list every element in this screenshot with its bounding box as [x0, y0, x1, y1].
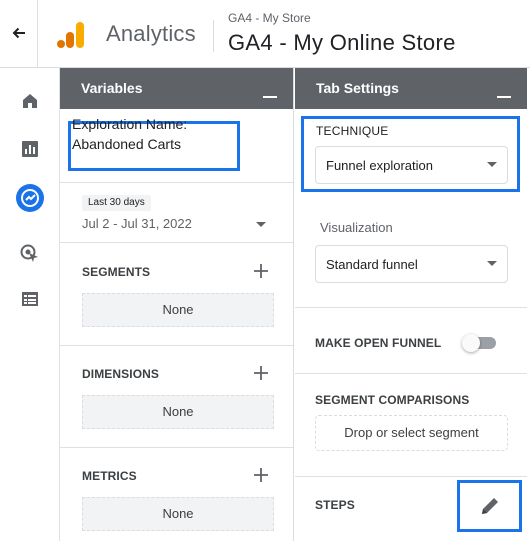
- open-funnel-toggle[interactable]: [462, 334, 498, 352]
- technique-select[interactable]: Funnel exploration: [315, 146, 508, 184]
- toggle-knob: [462, 334, 480, 352]
- variables-panel-header: Variables: [60, 68, 293, 109]
- caret-down-icon: [487, 261, 497, 266]
- header-divider: [213, 20, 214, 52]
- exploration-name-input[interactable]: Abandoned Carts: [72, 136, 181, 152]
- app-name: Analytics: [106, 21, 196, 46]
- open-funnel-label: MAKE OPEN FUNNEL: [315, 336, 442, 350]
- date-preset-badge: Last 30 days: [82, 195, 151, 211]
- segments-label: SEGMENTS: [82, 265, 151, 279]
- plus-icon: [254, 468, 268, 482]
- minimize-icon[interactable]: [263, 82, 277, 98]
- metrics-label: METRICS: [82, 469, 137, 483]
- nav-explore[interactable]: [14, 182, 46, 214]
- nav-configure[interactable]: [14, 283, 46, 315]
- segments-empty: None: [82, 293, 274, 327]
- dimensions-empty: None: [82, 395, 274, 429]
- analytics-logo[interactable]: [56, 20, 86, 50]
- header-divider: [37, 0, 38, 68]
- reports-icon: [22, 141, 38, 157]
- panel-title: Variables: [81, 80, 143, 96]
- account-breadcrumb[interactable]: GA4 - My Store: [228, 11, 311, 25]
- variables-panel: Variables Exploration Name: Abandoned Ca…: [60, 68, 294, 541]
- nav-advertising[interactable]: [14, 238, 46, 270]
- caret-down-icon[interactable]: [254, 217, 268, 231]
- arrow-back-icon: [12, 27, 25, 39]
- date-range-picker[interactable]: Jul 2 - Jul 31, 2022: [82, 216, 192, 231]
- divider: [60, 182, 293, 183]
- app-header: Analytics GA4 - My Store GA4 - My Online…: [0, 0, 530, 68]
- metrics-empty: None: [82, 497, 274, 531]
- add-dimension-button[interactable]: [250, 362, 272, 384]
- technique-label: TECHNIQUE: [316, 124, 389, 138]
- list-icon: [22, 292, 38, 306]
- divider: [295, 307, 527, 308]
- nav-home[interactable]: [14, 85, 46, 117]
- back-button[interactable]: [8, 22, 30, 44]
- nav-reports[interactable]: [14, 133, 46, 165]
- property-selector[interactable]: GA4 - My Online Store: [228, 30, 456, 56]
- visualization-select[interactable]: Standard funnel: [315, 245, 508, 283]
- variables-panel-body: Exploration Name: Abandoned Carts Last 3…: [60, 109, 293, 541]
- segment-drop-zone[interactable]: Drop or select segment: [315, 415, 508, 451]
- dimensions-label: DIMENSIONS: [82, 367, 160, 381]
- advertising-icon: [20, 244, 38, 262]
- minimize-icon[interactable]: [497, 82, 511, 98]
- explore-icon: [16, 184, 44, 212]
- plus-icon: [254, 264, 268, 278]
- tab-settings-panel-body: TECHNIQUE Funnel exploration Visualizati…: [295, 109, 527, 541]
- divider: [295, 476, 527, 477]
- divider: [60, 242, 293, 243]
- tab-settings-panel-header: Tab Settings: [295, 68, 527, 109]
- edit-steps-highlight: [457, 480, 522, 532]
- add-metric-button[interactable]: [250, 464, 272, 486]
- segment-comparisons-label: SEGMENT COMPARISONS: [315, 393, 470, 407]
- plus-icon: [254, 366, 268, 380]
- visualization-value: Standard funnel: [326, 257, 418, 272]
- pencil-icon[interactable]: [479, 495, 501, 517]
- add-segment-button[interactable]: [250, 260, 272, 282]
- tab-settings-panel: Tab Settings TECHNIQUE Funnel exploratio…: [295, 68, 527, 541]
- home-icon: [23, 94, 37, 108]
- divider: [295, 373, 527, 374]
- technique-value: Funnel exploration: [326, 158, 433, 173]
- panel-title: Tab Settings: [316, 80, 399, 96]
- caret-down-icon: [487, 162, 497, 167]
- divider: [60, 345, 293, 346]
- steps-label: STEPS: [315, 498, 355, 512]
- divider: [60, 447, 293, 448]
- left-nav: [0, 68, 60, 541]
- exploration-name-label: Exploration Name:: [72, 116, 188, 132]
- visualization-label: Visualization: [320, 220, 393, 235]
